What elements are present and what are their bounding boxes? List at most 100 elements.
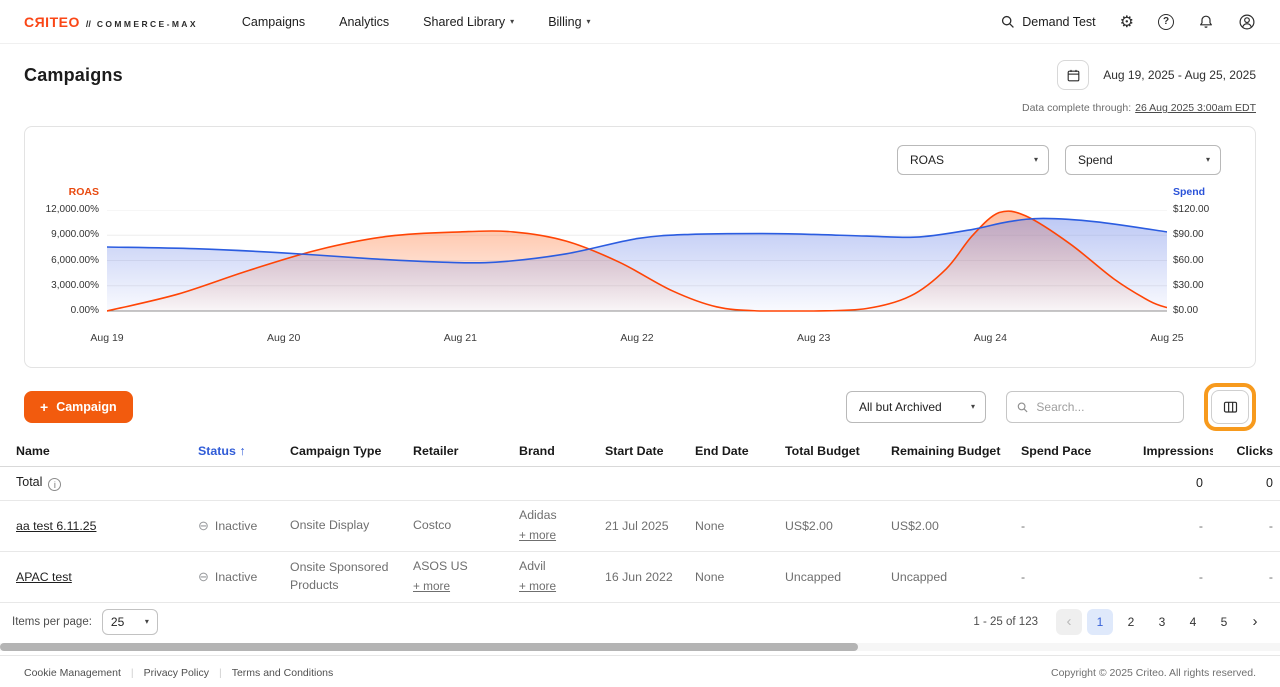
column-header-retailer[interactable]: Retailer <box>403 436 509 466</box>
campaign-type-cell: Onsite Display <box>280 500 403 551</box>
end-date-cell: None <box>685 500 775 551</box>
status-cell: ⊖ Inactive <box>188 500 280 551</box>
page-button-2[interactable]: 2 <box>1118 609 1144 635</box>
chevron-down-icon: ▾ <box>971 403 975 411</box>
y-tick-right: $120.00 <box>1173 204 1209 215</box>
brand-name: Adidas <box>519 507 585 525</box>
footer-link-terms-and-conditions[interactable]: Terms and Conditions <box>232 667 334 679</box>
nav-item-label: Billing <box>548 15 581 29</box>
column-header-clicks[interactable]: Clicks <box>1213 436 1280 466</box>
criteo-brand-mark: CЯITEO <box>24 14 80 30</box>
chevron-down-icon: ▾ <box>587 18 591 26</box>
info-icon[interactable]: i <box>48 478 61 491</box>
brand-name: Advil <box>519 558 585 576</box>
date-picker-button[interactable] <box>1057 60 1089 90</box>
total-empty-cell <box>685 466 775 500</box>
nav-item-shared-library[interactable]: Shared Library ▾ <box>423 15 514 29</box>
end-date-cell: None <box>685 551 775 602</box>
column-header-start-date[interactable]: Start Date <box>595 436 685 466</box>
next-page-button[interactable]: › <box>1242 609 1268 635</box>
nav-item-campaigns[interactable]: Campaigns <box>242 15 305 29</box>
performance-chart-card: ROAS ▾ Spend ▾ ROAS Spend 0.00%3,000.00%… <box>24 126 1256 368</box>
new-campaign-button[interactable]: + Campaign <box>24 391 133 423</box>
y-tick-left: 6,000.00% <box>51 255 99 266</box>
total-budget-cell: Uncapped <box>775 551 881 602</box>
chevron-down-icon: ▾ <box>510 18 514 26</box>
profile-button[interactable] <box>1238 13 1256 31</box>
column-header-total-budget[interactable]: Total Budget <box>775 436 881 466</box>
column-header-end-date[interactable]: End Date <box>685 436 775 466</box>
items-per-page-select[interactable]: 25 ▾ <box>102 609 158 635</box>
y-tick-left: 3,000.00% <box>51 280 99 291</box>
total-empty-cell <box>595 466 685 500</box>
page-button-5[interactable]: 5 <box>1211 609 1237 635</box>
footer-link-privacy-policy[interactable]: Privacy Policy <box>144 667 209 679</box>
account-search[interactable]: Demand Test <box>1001 15 1095 29</box>
column-header-remaining-budget[interactable]: Remaining Budget <box>881 436 1011 466</box>
search-input[interactable] <box>1036 400 1173 414</box>
total-empty-cell <box>881 466 1011 500</box>
column-header-campaign-type[interactable]: Campaign Type <box>280 436 403 466</box>
total-empty-cell <box>775 466 881 500</box>
pagination-bar: Items per page: 25 ▾ 1 - 25 of 123 ‹1234… <box>0 603 1280 641</box>
column-header-name[interactable]: Name <box>0 436 188 466</box>
start-date-cell: 16 Jun 2022 <box>595 551 685 602</box>
x-tick: Aug 22 <box>620 332 653 344</box>
brand-more-link[interactable]: + more <box>519 527 556 544</box>
y-tick-left: 0.00% <box>71 305 99 316</box>
help-button[interactable]: ? <box>1158 14 1174 30</box>
plus-icon: + <box>40 400 48 414</box>
nav-item-label: Shared Library <box>423 15 505 29</box>
inactive-status-icon: ⊖ <box>198 519 209 532</box>
left-metric-select[interactable]: ROAS ▾ <box>897 145 1049 175</box>
logo-divider: // <box>86 19 91 29</box>
column-header-impressions[interactable]: Impressions <box>1133 436 1213 466</box>
column-header-label: Campaign Type <box>290 444 381 458</box>
page-button-1[interactable]: 1 <box>1087 609 1113 635</box>
total-empty-cell <box>403 466 509 500</box>
column-header-brand[interactable]: Brand <box>509 436 595 466</box>
criteo-logo[interactable]: CЯITEO // COMMERCE-MAX <box>24 14 198 30</box>
total-empty-cell <box>1011 466 1133 500</box>
brand-more-link[interactable]: + more <box>519 578 556 595</box>
footer-links: Cookie Management|Privacy Policy|Terms a… <box>24 667 333 679</box>
column-header-label: Start Date <box>605 444 664 458</box>
right-metric-value: Spend <box>1078 153 1113 167</box>
start-date-cell: 21 Jul 2025 <box>595 500 685 551</box>
y-tick-right: $30.00 <box>1173 280 1204 291</box>
settings-button[interactable]: ⚙ <box>1120 12 1134 32</box>
status-cell: ⊖Inactive <box>188 551 280 602</box>
items-per-page-label: Items per page: <box>12 616 92 628</box>
retailer-more-link[interactable]: + more <box>413 578 450 595</box>
status-filter-select[interactable]: All but Archived ▾ <box>846 391 986 423</box>
total-budget-cell: US$2.00 <box>775 500 881 551</box>
nav-item-label: Analytics <box>339 15 389 29</box>
total-empty-cell <box>509 466 595 500</box>
campaign-table: NameStatus ↑ Campaign Type Retailer Brand St… <box>0 436 1280 603</box>
nav-item-billing[interactable]: Billing ▾ <box>548 15 590 29</box>
notifications-button[interactable] <box>1198 13 1214 30</box>
footer-link-cookie-management[interactable]: Cookie Management <box>24 667 121 679</box>
campaign-name-link[interactable]: APAC test <box>16 570 72 584</box>
column-header-spend-pace[interactable]: Spend Pace <box>1011 436 1133 466</box>
column-header-label: Retailer <box>413 444 458 458</box>
spend-pace-cell: - <box>1011 551 1133 602</box>
page-button-4[interactable]: 4 <box>1180 609 1206 635</box>
total-empty-cell <box>188 466 280 500</box>
retailer-cell: ASOS US+ more <box>403 551 509 602</box>
prev-page-button: ‹ <box>1056 609 1082 635</box>
total-label-cell: Totali <box>0 466 188 500</box>
column-header-label: Remaining Budget <box>891 444 1000 458</box>
scrollbar-thumb[interactable] <box>0 643 858 651</box>
spend-pace-cell: - <box>1011 500 1133 551</box>
column-header-status[interactable]: Status ↑ <box>188 436 280 466</box>
nav-item-analytics[interactable]: Analytics <box>339 15 389 29</box>
status-label: Inactive <box>215 519 257 533</box>
total-label: Total <box>16 475 42 489</box>
campaign-name-link[interactable]: aa test 6.11.25 <box>16 519 96 533</box>
search-icon <box>1017 401 1028 414</box>
column-settings-button[interactable] <box>1211 390 1249 424</box>
y-axis-right-ticks: $0.00$30.00$60.00$90.00$120.00 <box>1173 127 1243 367</box>
data-complete-link[interactable]: 26 Aug 2025 3:00am EDT <box>1135 102 1256 114</box>
page-button-3[interactable]: 3 <box>1149 609 1175 635</box>
